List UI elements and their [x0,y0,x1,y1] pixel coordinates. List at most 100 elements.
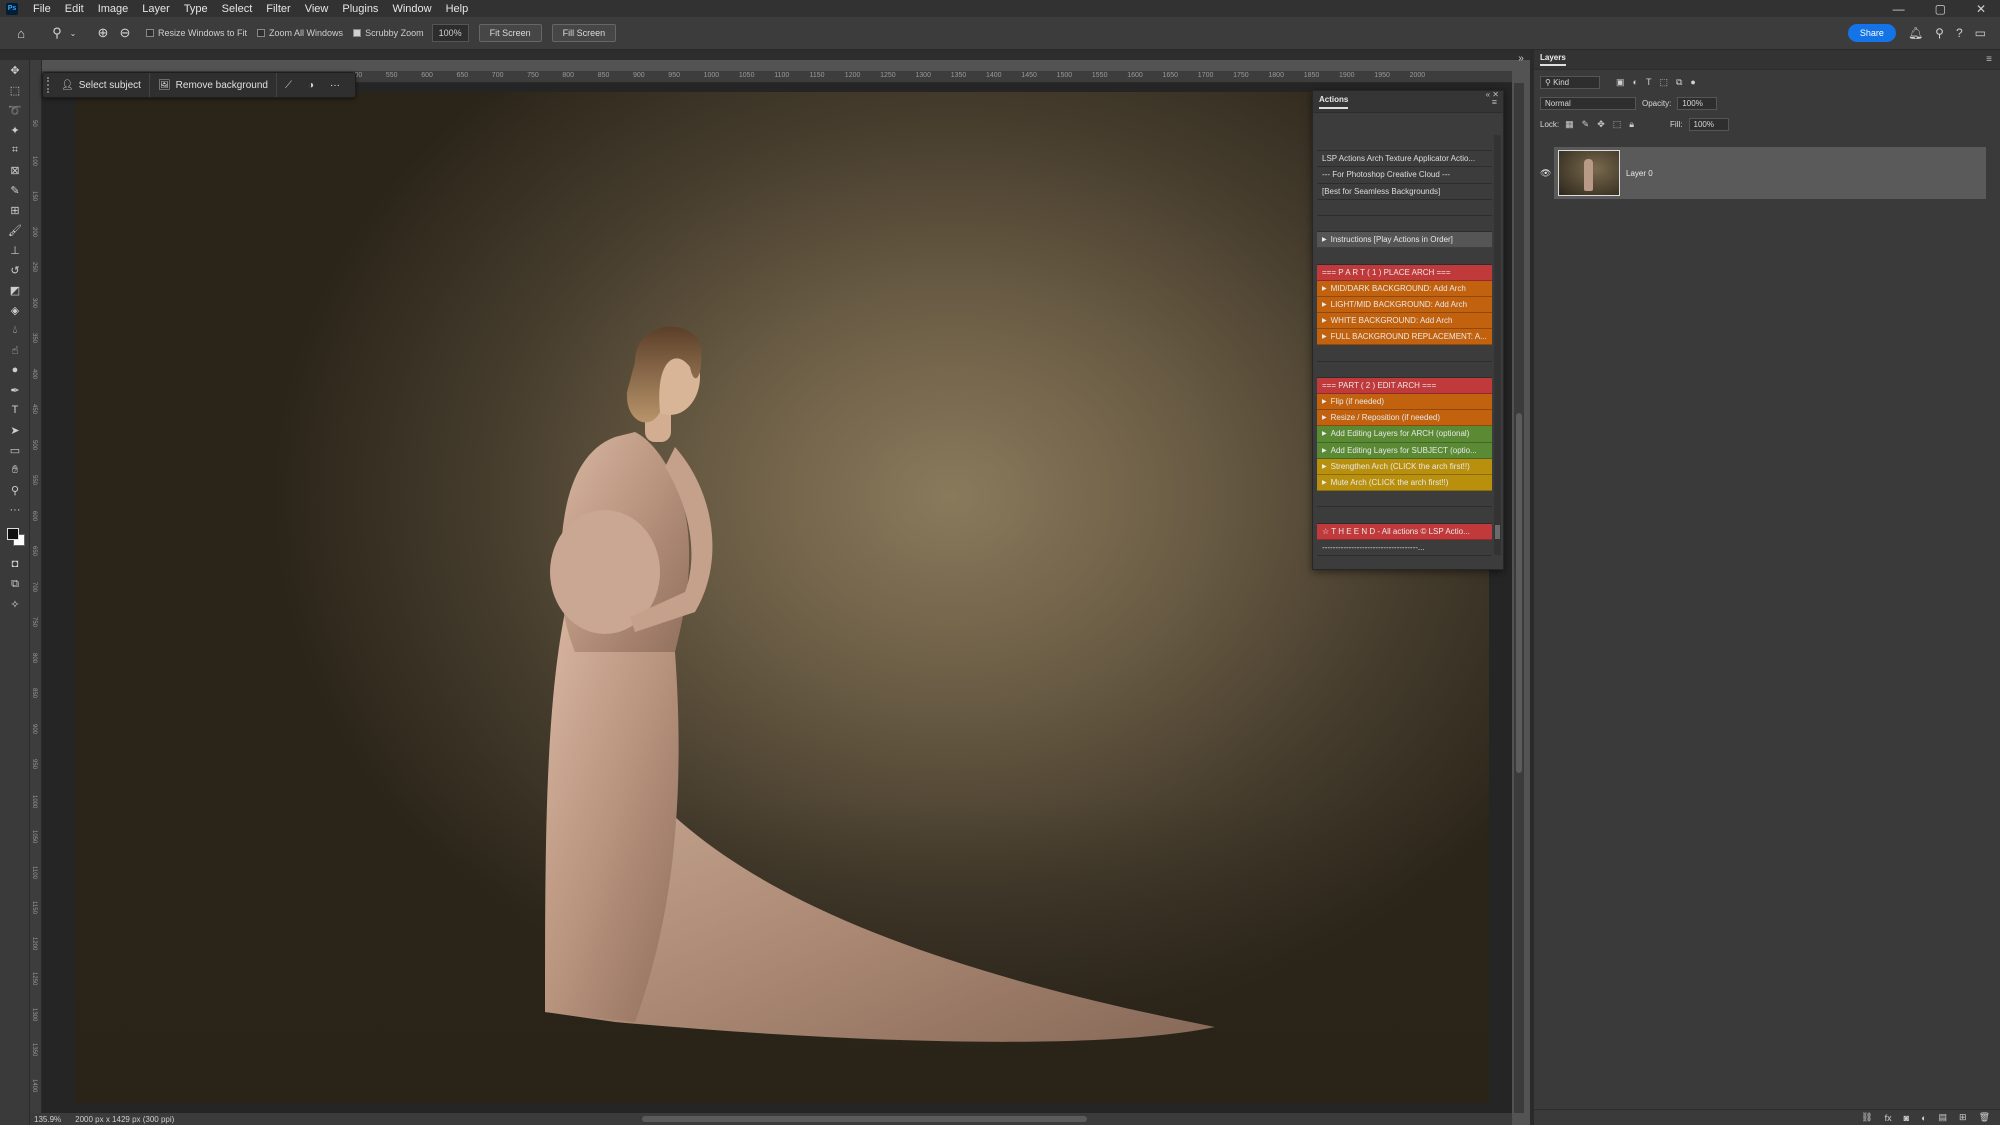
home-icon[interactable]: ⌂ [10,22,32,44]
horizontal-scrollbar[interactable] [42,1113,1512,1125]
zoom-out-icon[interactable]: ⊖ [114,22,136,44]
fill-field[interactable]: 100% [1688,118,1729,131]
smudge-tool-icon[interactable]: ☝︎ [0,340,30,360]
trash-icon[interactable]: 🗑︎ [1979,1112,1990,1123]
menu-layer[interactable]: Layer [135,3,177,15]
expand-triangle-icon[interactable]: ▶ [1322,285,1327,292]
scroll-thumb[interactable] [1516,413,1522,773]
action-item[interactable]: ------------------------------------... [1317,539,1492,556]
expand-triangle-icon[interactable]: ▶ [1322,398,1327,405]
action-item[interactable]: [Best for Seamless Backgrounds] [1317,183,1492,200]
select-subject-button[interactable]: 👤︎ Select subject [53,73,149,97]
menu-file[interactable]: File [26,3,58,15]
workspace-icon[interactable]: ▭ [1975,26,1986,40]
menu-select[interactable]: Select [215,3,260,15]
expand-triangle-icon[interactable]: ▶ [1322,333,1327,340]
eyedropper-tool-icon[interactable]: ✎ [0,180,30,200]
menu-view[interactable]: View [298,3,336,15]
lock-all-icon[interactable]: 🔒︎ [1629,119,1634,130]
generative-icon[interactable]: ✧ [0,594,30,614]
resize-windows-checkbox[interactable]: Resize Windows to Fit [146,28,247,38]
zoom-all-checkbox[interactable]: Zoom All Windows [257,28,343,38]
opacity-field[interactable]: 100% [1677,97,1718,110]
frame-tool-icon[interactable]: ⊠ [0,160,30,180]
blur-tool-icon[interactable]: 💧︎ [0,320,30,340]
pen-tool-icon[interactable]: ✒ [0,380,30,400]
add-mask-icon[interactable]: ◙ [1904,1113,1909,1123]
healing-brush-tool-icon[interactable]: ⊞ [0,200,30,220]
dodge-tool-icon[interactable]: ● [0,360,30,380]
crop-tool-icon[interactable]: ⌗ [0,140,30,160]
share-button[interactable]: Share [1847,24,1896,42]
tab-actions[interactable]: Actions [1319,95,1349,109]
clone-stamp-tool-icon[interactable]: ⊥ [0,240,30,260]
action-item[interactable]: --- For Photoshop Creative Cloud --- [1317,167,1492,184]
collapse-panels-icon[interactable]: » [1512,50,1530,66]
action-item[interactable]: === P A R T ( 1 ) PLACE ARCH === [1317,264,1492,281]
action-item[interactable]: ▶ LIGHT/MID BACKGROUND: Add Arch [1317,296,1492,314]
lock-artboard-icon[interactable]: ⬚ [1613,119,1622,130]
menu-type[interactable]: Type [177,3,215,15]
rectangle-tool-icon[interactable]: ▭ [0,440,30,460]
menu-edit[interactable]: Edit [58,3,91,15]
minimize-button[interactable]: — [1893,2,1905,16]
action-item[interactable]: ▶ Flip (if needed) [1317,394,1492,411]
action-item[interactable]: ▶ Strengthen Arch (CLICK the arch first!!… [1317,458,1492,475]
lock-position-icon[interactable]: ✥ [1597,119,1605,130]
blend-mode-select[interactable]: Normal [1540,97,1636,110]
menu-filter[interactable]: Filter [259,3,297,15]
zoom-tool-icon[interactable]: ⚲ [0,480,30,500]
menu-plugins[interactable]: Plugins [335,3,385,15]
layer-row[interactable]: 👁︎ Layer 0 [1540,147,1986,199]
expand-triangle-icon[interactable]: ▶ [1322,236,1327,243]
zoom-in-icon[interactable]: ⊕ [92,22,114,44]
lock-image-icon[interactable]: ✎ [1582,119,1590,130]
layer-name[interactable]: Layer 0 [1626,169,1653,178]
magic-wand-tool-icon[interactable]: ✦ [0,120,30,140]
filter-toggle-icon[interactable]: ● [1690,77,1695,88]
expand-triangle-icon[interactable]: ▶ [1322,414,1327,421]
eye-visibility-icon[interactable]: 👁︎ [1540,168,1551,179]
tab-layers[interactable]: Layers [1540,53,1566,66]
move-tool-icon[interactable]: ✥ [0,60,30,80]
color-swatches[interactable] [0,520,30,554]
new-layer-icon[interactable]: ⊞ [1959,1112,1967,1123]
action-item[interactable]: ▶ Add Editing Layers for SUBJECT (optio..… [1317,442,1492,459]
expand-triangle-icon[interactable]: ▶ [1322,447,1327,454]
action-item[interactable]: ▶ WHITE BACKGROUND: Add Arch [1317,313,1492,330]
document-canvas-image[interactable] [75,92,1489,1103]
document-info[interactable]: 2000 px x 1429 px (300 ppi) [75,1115,174,1124]
paint-bucket-tool-icon[interactable]: ◈ [0,300,30,320]
path-selection-tool-icon[interactable]: ➤ [0,420,30,440]
scrubby-zoom-checkbox[interactable]: Scrubby Zoom [353,28,424,38]
help-icon[interactable]: ? [1956,26,1963,40]
type-filter-icon[interactable]: T [1646,77,1652,88]
adjustment-button[interactable]: ◑ [300,73,322,97]
shape-filter-icon[interactable]: ⬚ [1659,77,1668,88]
actions-scrollbar[interactable] [1494,135,1501,555]
scroll-thumb[interactable] [1495,525,1500,539]
vertical-scrollbar[interactable] [1514,83,1524,1113]
foreground-color-swatch[interactable] [7,528,19,540]
new-group-icon[interactable]: ▤ [1939,1112,1948,1123]
chevron-down-icon[interactable]: ⌄ [68,22,78,44]
pixel-layer-filter-icon[interactable]: ▣ [1616,77,1625,88]
panel-controls[interactable]: « ✕ [1486,90,1499,99]
fill-screen-button[interactable]: Fill Screen [551,24,617,42]
fit-screen-button[interactable]: Fit Screen [478,24,542,42]
adjustment-layer-icon[interactable]: ◐ [1921,1113,1926,1123]
zoom-level[interactable]: 135.9% [34,1115,61,1124]
maximize-button[interactable]: ▢ [1935,2,1946,16]
smart-object-filter-icon[interactable]: ⧉ [1676,77,1682,88]
screen-mode-icon[interactable]: ⧉ [0,574,30,594]
remove-background-button[interactable]: 🖼︎ Remove background [148,73,276,97]
adjustment-filter-icon[interactable]: ◐ [1633,77,1638,88]
transform-button[interactable]: ⟋ [275,73,300,97]
search-icon[interactable]: ⚲ [1935,26,1944,40]
scroll-thumb[interactable] [642,1116,1087,1122]
expand-triangle-icon[interactable]: ▶ [1322,301,1327,308]
zoom-tool-icon[interactable]: ⚲ [46,22,68,44]
action-item[interactable]: ▶ FULL BACKGROUND REPLACEMENT: A... [1317,329,1492,346]
action-item[interactable]: ▶ MID/DARK BACKGROUND: Add Arch [1317,280,1492,297]
type-tool-icon[interactable]: T [0,400,30,420]
